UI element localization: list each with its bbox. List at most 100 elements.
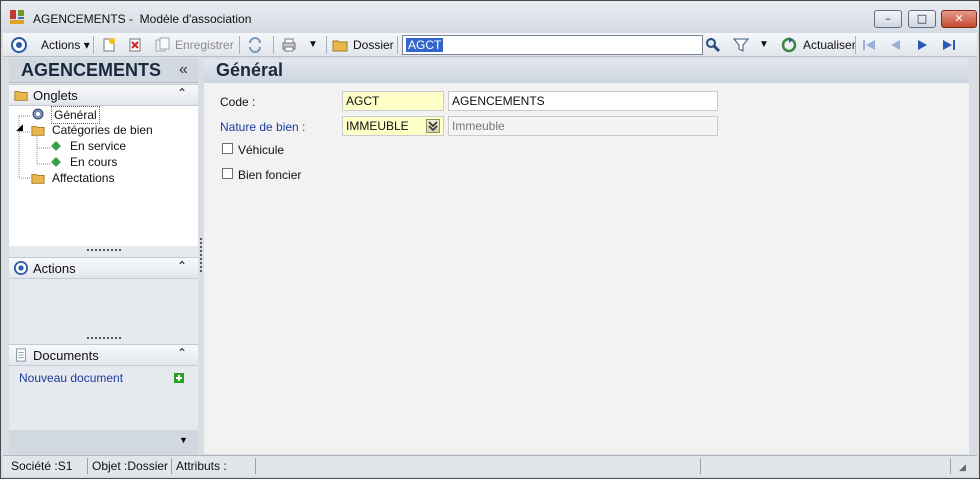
toolbar-separator — [239, 36, 240, 54]
nature-description-value: Immeuble — [452, 119, 505, 133]
vertical-splitter-handle[interactable] — [200, 238, 202, 272]
resize-grip-icon[interactable]: ◢ — [959, 462, 966, 473]
title-bar: AGENCEMENTS - Modèle d'association – □ ✕ — [1, 1, 979, 33]
page-title: Général — [216, 60, 284, 80]
refresh-icon[interactable] — [781, 37, 797, 53]
window-title: AGENCEMENTS - Modèle d'association — [33, 12, 252, 26]
content-header: Général — [204, 59, 969, 83]
status-separator — [950, 458, 951, 474]
print-dropdown-icon[interactable]: ▼ — [308, 33, 318, 57]
bien-foncier-label[interactable]: Bien foncier — [238, 168, 301, 182]
refresh-button[interactable]: Actualiser — [803, 33, 856, 57]
documents-section-header[interactable]: Documents ⌃ — [9, 344, 198, 366]
new-record-icon[interactable] — [101, 37, 117, 53]
status-bar: Société :S1 Objet :Dossier Attributs : ◢ — [3, 455, 977, 476]
diamond-icon — [51, 157, 61, 167]
add-icon[interactable] — [174, 373, 184, 383]
save-button[interactable]: Enregistrer — [175, 33, 234, 57]
status-separator — [255, 458, 256, 474]
actions-menu-button[interactable]: Actions ▾ — [41, 33, 90, 57]
close-icon: ✕ — [954, 12, 964, 25]
nature-select[interactable]: IMMEUBLE — [342, 116, 444, 136]
actions-target-icon[interactable] — [11, 37, 27, 53]
chevron-down-icon[interactable]: ▼ — [179, 435, 188, 445]
folder-icon — [31, 174, 45, 184]
folder-icon — [332, 40, 348, 52]
sync-icon[interactable] — [247, 37, 263, 53]
previous-record-icon[interactable] — [887, 37, 903, 53]
folder-button[interactable]: Dossier — [353, 33, 394, 57]
actions-section-header[interactable]: Actions ⌃ — [9, 257, 198, 279]
save-icon[interactable] — [154, 37, 170, 53]
left-panel-title: AGENCEMENTS — [21, 60, 162, 80]
diamond-icon — [51, 141, 61, 151]
vehicule-checkbox[interactable] — [222, 143, 233, 154]
toolbar-separator — [326, 36, 327, 54]
code-description-value: AGENCEMENTS — [452, 94, 545, 108]
splitter-handle[interactable] — [87, 337, 121, 339]
collapse-section-icon[interactable]: ⌃ — [177, 346, 187, 360]
left-panel-header: AGENCEMENTS « — [9, 59, 198, 83]
status-separator — [700, 458, 701, 474]
app-window: AGENCEMENTS - Modèle d'association – □ ✕… — [0, 0, 980, 479]
search-input-value: AGCT — [406, 38, 444, 52]
minimize-icon: – — [885, 12, 891, 25]
maximize-button[interactable]: □ — [908, 10, 936, 28]
status-separator — [87, 458, 88, 474]
toolbar: Actions ▾ Enregistrer ▼ Dossier AGCT ▼ A… — [3, 33, 977, 57]
document-icon — [16, 348, 26, 362]
actions-section-title: Actions — [33, 261, 76, 276]
vehicule-label[interactable]: Véhicule — [238, 143, 284, 157]
status-societe: Société :S1 — [11, 459, 73, 473]
print-icon[interactable] — [281, 37, 297, 53]
delete-icon[interactable] — [127, 37, 143, 53]
tabs-section-title: Onglets — [33, 88, 78, 103]
left-panel-footer: ▼ — [9, 430, 198, 454]
collapse-section-icon[interactable]: ⌃ — [177, 86, 187, 100]
splitter-handle[interactable] — [87, 249, 121, 251]
filter-icon[interactable] — [733, 37, 749, 53]
actions-list — [9, 280, 198, 335]
code-field-value: AGCT — [346, 94, 380, 108]
tree-expand-icon[interactable]: ◢ — [16, 122, 23, 133]
left-panel: AGENCEMENTS « Onglets ⌃ ◢ Général Catégo… — [9, 59, 198, 454]
first-record-icon[interactable] — [861, 37, 877, 53]
search-icon[interactable] — [705, 37, 721, 53]
filter-dropdown-icon[interactable]: ▼ — [759, 33, 769, 57]
status-objet: Objet :Dossier — [92, 459, 169, 473]
close-button[interactable]: ✕ — [941, 10, 977, 28]
code-label: Code : — [220, 95, 256, 109]
tree-item-label: Catégories de bien — [52, 123, 153, 137]
app-icon — [10, 10, 24, 24]
code-field[interactable]: AGCT — [342, 91, 444, 111]
next-record-icon[interactable] — [915, 37, 931, 53]
actions-menu-label: Actions — [41, 38, 81, 52]
tree-item-label: En cours — [70, 155, 118, 169]
search-input[interactable]: AGCT — [402, 35, 703, 55]
form-body: Code : AGCT AGENCEMENTS Nature de bien :… — [204, 83, 969, 454]
main-content: Général Code : AGCT AGENCEMENTS Nature d… — [204, 59, 969, 454]
tree-item-label: Affectations — [52, 171, 115, 185]
nature-select-value: IMMEUBLE — [346, 119, 409, 133]
toolbar-separator — [855, 36, 856, 54]
collapse-panel-icon[interactable]: « — [179, 61, 188, 79]
tree-item-label: En service — [70, 139, 127, 153]
toolbar-separator — [93, 36, 94, 54]
minimize-button[interactable]: – — [874, 10, 902, 28]
double-chevron-down-icon[interactable] — [426, 119, 440, 133]
toolbar-separator — [397, 36, 398, 54]
tabs-tree: ◢ Général Catégories de bien En service — [9, 106, 198, 246]
last-record-icon[interactable] — [941, 37, 957, 53]
tools-icon — [32, 108, 44, 120]
new-document-link[interactable]: Nouveau document — [19, 371, 123, 385]
bien-foncier-checkbox[interactable] — [222, 168, 233, 179]
nature-label[interactable]: Nature de bien : — [220, 120, 305, 134]
code-description-field[interactable]: AGENCEMENTS — [448, 91, 718, 111]
folder-icon — [14, 91, 28, 101]
maximize-icon: □ — [916, 12, 928, 25]
nature-description-field: Immeuble — [448, 116, 718, 136]
folder-icon — [31, 126, 45, 136]
tabs-section-header[interactable]: Onglets ⌃ — [9, 84, 198, 106]
documents-section-title: Documents — [33, 348, 99, 363]
collapse-section-icon[interactable]: ⌃ — [177, 259, 187, 273]
